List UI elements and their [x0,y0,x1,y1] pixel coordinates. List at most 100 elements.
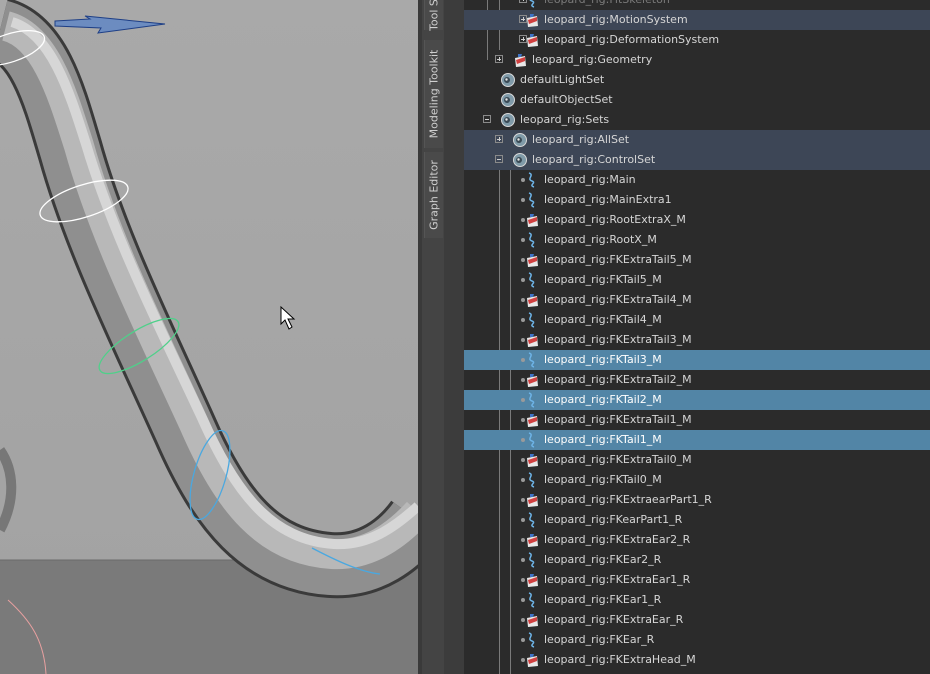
outliner-item[interactable]: leopard_rig:Sets [464,110,930,130]
transform-icon [524,652,540,668]
curve-icon [524,512,540,528]
outliner-item[interactable]: leopard_rig:FKExtraTail5_M [464,250,930,270]
outliner-item[interactable]: leopard_rig:FKExtraTail3_M [464,330,930,350]
curve-icon [524,312,540,328]
outliner-item[interactable]: leopard_rig:FKTail1_M [464,430,930,450]
outliner-item-label: leopard_rig:FKTail5_M [544,273,662,286]
outliner-item[interactable]: leopard_rig:FKExtraEar1_R [464,570,930,590]
outliner-item-label: leopard_rig:AllSet [532,133,630,146]
outliner-item-label: leopard_rig:FKTail2_M [544,393,662,406]
set-icon [512,132,528,148]
outliner-item-label: defaultLightSet [520,73,605,86]
outliner-item-label: leopard_rig:FKExtraEar_R [544,613,684,626]
outliner-item[interactable]: leopard_rig:Main [464,170,930,190]
tab-label: Tool S [427,0,441,31]
outliner-item[interactable]: leopard_rig:FKExtraearPart1_R [464,490,930,510]
outliner-item-label: leopard_rig:FKExtraTail5_M [544,253,692,266]
outliner-item[interactable]: leopard_rig:FKTail3_M [464,350,930,370]
curve-icon [524,552,540,568]
transform-icon [524,452,540,468]
outliner-item-label: leopard_rig:Geometry [532,53,653,66]
collapse-icon[interactable] [483,115,491,123]
tab-tool-settings[interactable]: Tool S [424,0,443,31]
outliner-item-label: leopard_rig:DeformationSystem [544,33,720,46]
tab-label: Modeling Toolkit [427,49,441,139]
outliner-item-label: leopard_rig:FKExtraHead_M [544,653,696,666]
tab-graph-editor[interactable]: Graph Editor [424,152,443,238]
outliner-item-label: leopard_rig:FKEar_R [544,633,655,646]
outliner-item[interactable]: leopard_rig:Geometry [464,50,930,70]
outliner-item[interactable]: leopard_rig:MainExtra1 [464,190,930,210]
transform-icon [524,292,540,308]
outliner-item[interactable]: leopard_rig:FKExtraEar_R [464,610,930,630]
outliner-item[interactable]: leopard_rig:FKEar1_R [464,590,930,610]
tab-label: Graph Editor [427,160,441,230]
outliner-item[interactable]: leopard_rig:FKExtraTail0_M [464,450,930,470]
outliner-item-label: leopard_rig:FKExtraEar2_R [544,533,691,546]
outliner-item[interactable]: leopard_rig:FKTail5_M [464,270,930,290]
transform-icon [524,32,540,48]
transform-icon [524,612,540,628]
set-icon [500,72,516,88]
outliner-item[interactable]: leopard_rig:FKearPart1_R [464,510,930,530]
expand-icon[interactable] [495,55,503,63]
outliner-item[interactable]: leopard_rig:RootExtraX_M [464,210,930,230]
curve-icon [524,232,540,248]
outliner-item[interactable]: leopard_rig:RootX_M [464,230,930,250]
outliner-item-label: leopard_rig:Sets [520,113,610,126]
outliner-item[interactable]: leopard_rig:FKTail0_M [464,470,930,490]
outliner-item[interactable]: leopard_rig:FKEar_R [464,630,930,650]
outliner-item[interactable]: defaultObjectSet [464,90,930,110]
outliner-item-label: leopard_rig:ControlSet [532,153,656,166]
curve-icon [524,392,540,408]
outliner-item-label: leopard_rig:MotionSystem [544,13,688,26]
outliner-panel[interactable]: leopard_rig:FitSkeleton leopard_rig:Motio… [464,0,930,674]
outliner-item[interactable]: leopard_rig:FKTail4_M [464,310,930,330]
outliner-item[interactable]: leopard_rig:AllSet [464,130,930,150]
outliner-item-label: leopard_rig:FKExtraTail2_M [544,373,692,386]
curve-icon [524,272,540,288]
outliner-item-label: defaultObjectSet [520,93,613,106]
curve-icon [524,0,540,8]
transform-icon [524,332,540,348]
set-icon [500,92,516,108]
outliner-item[interactable]: leopard_rig:FitSkeleton [464,0,930,10]
viewport-3d[interactable] [0,0,418,674]
viewport-scene [0,0,418,674]
outliner-item[interactable]: leopard_rig:ControlSet [464,150,930,170]
outliner-item-label: leopard_rig:FKTail4_M [544,313,662,326]
transform-icon [524,212,540,228]
outliner-item-label: leopard_rig:RootX_M [544,233,657,246]
transform-icon [524,252,540,268]
curve-icon [524,632,540,648]
transform-icon [524,12,540,28]
side-tab-bar: Tool S Modeling Toolkit Graph Editor [422,0,444,674]
outliner-item[interactable]: leopard_rig:FKEar2_R [464,550,930,570]
outliner-item[interactable]: leopard_rig:FKTail2_M [464,390,930,410]
outliner-item[interactable]: leopard_rig:DeformationSystem [464,30,930,50]
outliner-item-label: leopard_rig:FKEar2_R [544,553,662,566]
transform-icon [512,52,528,68]
curve-icon [524,172,540,188]
outliner-item[interactable]: leopard_rig:FKExtraTail4_M [464,290,930,310]
outliner-item-label: leopard_rig:FKTail0_M [544,473,662,486]
outliner-item-label: leopard_rig:Main [544,173,636,186]
outliner-item[interactable]: leopard_rig:FKExtraHead_M [464,650,930,670]
transform-icon [524,572,540,588]
outliner-item[interactable]: leopard_rig:MotionSystem [464,10,930,30]
outliner-item[interactable]: leopard_rig:FKExtraTail1_M [464,410,930,430]
transform-icon [524,372,540,388]
set-icon [512,152,528,168]
outliner-item[interactable]: defaultLightSet [464,70,930,90]
outliner-item-label: leopard_rig:RootExtraX_M [544,213,686,226]
curve-icon [524,352,540,368]
expand-icon[interactable] [495,135,503,143]
outliner-item-label: leopard_rig:FKExtraTail3_M [544,333,692,346]
outliner-item-label: leopard_rig:MainExtra1 [544,193,672,206]
outliner-item[interactable]: leopard_rig:FKExtraTail2_M [464,370,930,390]
outliner-item[interactable]: leopard_rig:FKExtraEar2_R [464,530,930,550]
transform-icon [524,492,540,508]
tab-modeling-toolkit[interactable]: Modeling Toolkit [424,40,443,148]
curve-icon [524,432,540,448]
collapse-icon[interactable] [495,155,503,163]
